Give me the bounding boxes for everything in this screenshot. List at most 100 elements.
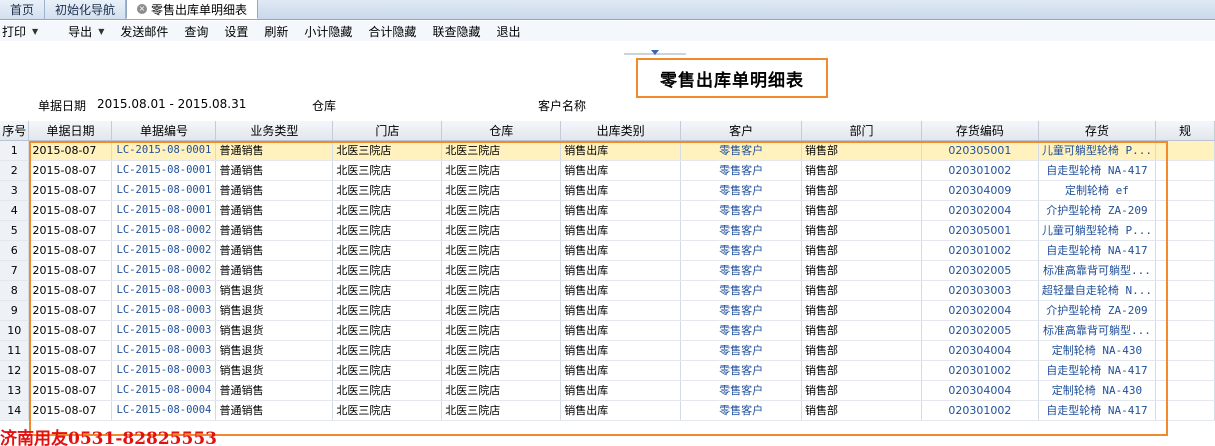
exit-button[interactable]: 退出 [494,23,528,40]
cell-warehouse[interactable]: 北医三院店 [441,160,562,181]
cell-department[interactable]: 销售部 [801,380,922,401]
cell-inventory-code[interactable]: 020304004 [921,340,1039,361]
cell-business-type[interactable]: 普通销售 [215,220,334,241]
cell-inventory[interactable]: 自走型轮椅 NA-417 [1038,400,1156,421]
cell-spec[interactable] [1155,380,1215,401]
cell-doc-number[interactable]: LC-2015-08-0004 [111,400,217,421]
cell-warehouse[interactable]: 北医三院店 [441,140,562,161]
table-row[interactable]: 9 2015-08-07 LC-2015-08-0003 销售退货 北医三院店 北医三院店… [0,300,1215,321]
cell-customer[interactable]: 零售客户 [680,360,803,381]
table-row[interactable]: 8 2015-08-07 LC-2015-08-0003 销售退货 北医三院店 北医三院店… [0,280,1215,301]
cell-business-type[interactable]: 普通销售 [215,380,334,401]
cell-business-type[interactable]: 普通销售 [215,240,334,261]
print-button[interactable]: 打印 ▼ [0,23,46,40]
cell-outbound-category[interactable]: 销售出库 [560,220,682,241]
cell-inventory[interactable]: 超轻量自走轮椅 N... [1038,280,1156,301]
cell-store[interactable]: 北医三院店 [332,320,443,341]
cell-warehouse[interactable]: 北医三院店 [441,220,562,241]
cell-inventory-code[interactable]: 020301002 [921,400,1039,421]
cell-inventory[interactable]: 标准高靠背可躺型... [1038,320,1156,341]
cell-spec[interactable] [1155,180,1215,201]
cell-customer[interactable]: 零售客户 [680,200,803,221]
row-number[interactable]: 13 [0,380,30,401]
cell-store[interactable]: 北医三院店 [332,240,443,261]
cell-business-type[interactable]: 普通销售 [215,180,334,201]
cell-inventory[interactable]: 自走型轮椅 NA-417 [1038,360,1156,381]
cell-business-type[interactable]: 普通销售 [215,160,334,181]
cell-spec[interactable] [1155,160,1215,181]
row-number[interactable]: 12 [0,360,30,381]
row-number[interactable]: 4 [0,200,30,221]
cell-outbound-category[interactable]: 销售出库 [560,340,682,361]
table-row[interactable]: 10 2015-08-07 LC-2015-08-0003 销售退货 北医三院店 北医三院… [0,320,1215,341]
cell-outbound-category[interactable]: 销售出库 [560,240,682,261]
cell-spec[interactable] [1155,220,1215,241]
row-number[interactable]: 14 [0,400,30,421]
cell-inventory[interactable]: 儿童可躺型轮椅 P... [1038,220,1156,241]
cell-customer[interactable]: 零售客户 [680,160,803,181]
table-row[interactable]: 6 2015-08-07 LC-2015-08-0002 普通销售 北医三院店 北医三院店… [0,240,1215,261]
cell-warehouse[interactable]: 北医三院店 [441,400,562,421]
cell-customer[interactable]: 零售客户 [680,400,803,421]
cell-doc-number[interactable]: LC-2015-08-0002 [111,260,217,281]
cell-inventory[interactable]: 定制轮椅 ef [1038,180,1156,201]
column-inventory-code-header[interactable]: 存货编码 [921,121,1039,141]
table-row[interactable]: 3 2015-08-07 LC-2015-08-0001 普通销售 北医三院店 北医三院店… [0,180,1215,201]
cell-business-type[interactable]: 普通销售 [215,140,334,161]
cell-department[interactable]: 销售部 [801,240,922,261]
row-number[interactable]: 7 [0,260,30,281]
cell-outbound-category[interactable]: 销售出库 [560,360,682,381]
cell-doc-number[interactable]: LC-2015-08-0002 [111,240,217,261]
column-spec-header[interactable]: 规 [1155,121,1215,141]
cell-doc-number[interactable]: LC-2015-08-0002 [111,220,217,241]
cell-date[interactable]: 2015-08-07 [28,300,113,321]
cell-department[interactable]: 销售部 [801,160,922,181]
cell-customer[interactable]: 零售客户 [680,180,803,201]
cell-store[interactable]: 北医三院店 [332,360,443,381]
cell-inventory-code[interactable]: 020301002 [921,240,1039,261]
cell-inventory-code[interactable]: 020305001 [921,140,1039,161]
cell-store[interactable]: 北医三院店 [332,340,443,361]
cell-customer[interactable]: 零售客户 [680,300,803,321]
cell-inventory-code[interactable]: 020301002 [921,360,1039,381]
cell-date[interactable]: 2015-08-07 [28,400,113,421]
cell-inventory-code[interactable]: 020304004 [921,380,1039,401]
cell-inventory-code[interactable]: 020302005 [921,260,1039,281]
column-seq-header[interactable]: 序号 [0,121,30,141]
tab-retail-outbound-detail[interactable]: × 零售出库单明细表 [126,0,259,19]
cell-department[interactable]: 销售部 [801,300,922,321]
row-number[interactable]: 8 [0,280,30,301]
cell-business-type[interactable]: 销售退货 [215,300,334,321]
row-number[interactable]: 3 [0,180,30,201]
cell-customer[interactable]: 零售客户 [680,280,803,301]
table-row[interactable]: 11 2015-08-07 LC-2015-08-0003 销售退货 北医三院店 北医三院… [0,340,1215,361]
cell-warehouse[interactable]: 北医三院店 [441,200,562,221]
row-number[interactable]: 9 [0,300,30,321]
cell-doc-number[interactable]: LC-2015-08-0003 [111,300,217,321]
cell-outbound-category[interactable]: 销售出库 [560,180,682,201]
cell-outbound-category[interactable]: 销售出库 [560,280,682,301]
cell-store[interactable]: 北医三院店 [332,220,443,241]
cell-store[interactable]: 北医三院店 [332,380,443,401]
cell-inventory[interactable]: 自走型轮椅 NA-417 [1038,240,1156,261]
column-department-header[interactable]: 部门 [801,121,922,141]
cell-business-type[interactable]: 普通销售 [215,260,334,281]
cell-doc-number[interactable]: LC-2015-08-0004 [111,380,217,401]
cell-customer[interactable]: 零售客户 [680,220,803,241]
cell-inventory[interactable]: 标准高靠背可躺型... [1038,260,1156,281]
cell-doc-number[interactable]: LC-2015-08-0003 [111,320,217,341]
cell-department[interactable]: 销售部 [801,220,922,241]
settings-button[interactable]: 设置 [222,23,256,40]
cell-inventory[interactable]: 介护型轮椅 ZA-209 [1038,300,1156,321]
cell-business-type[interactable]: 普通销售 [215,400,334,421]
total-hide-button[interactable]: 合计隐藏 [366,23,424,40]
cell-department[interactable]: 销售部 [801,140,922,161]
chevron-down-icon[interactable]: ▼ [98,27,104,36]
cell-department[interactable]: 销售部 [801,180,922,201]
cell-spec[interactable] [1155,360,1215,381]
cell-store[interactable]: 北医三院店 [332,300,443,321]
cell-inventory-code[interactable]: 020301002 [921,160,1039,181]
cell-spec[interactable] [1155,320,1215,341]
row-number[interactable]: 2 [0,160,30,181]
row-number[interactable]: 11 [0,340,30,361]
